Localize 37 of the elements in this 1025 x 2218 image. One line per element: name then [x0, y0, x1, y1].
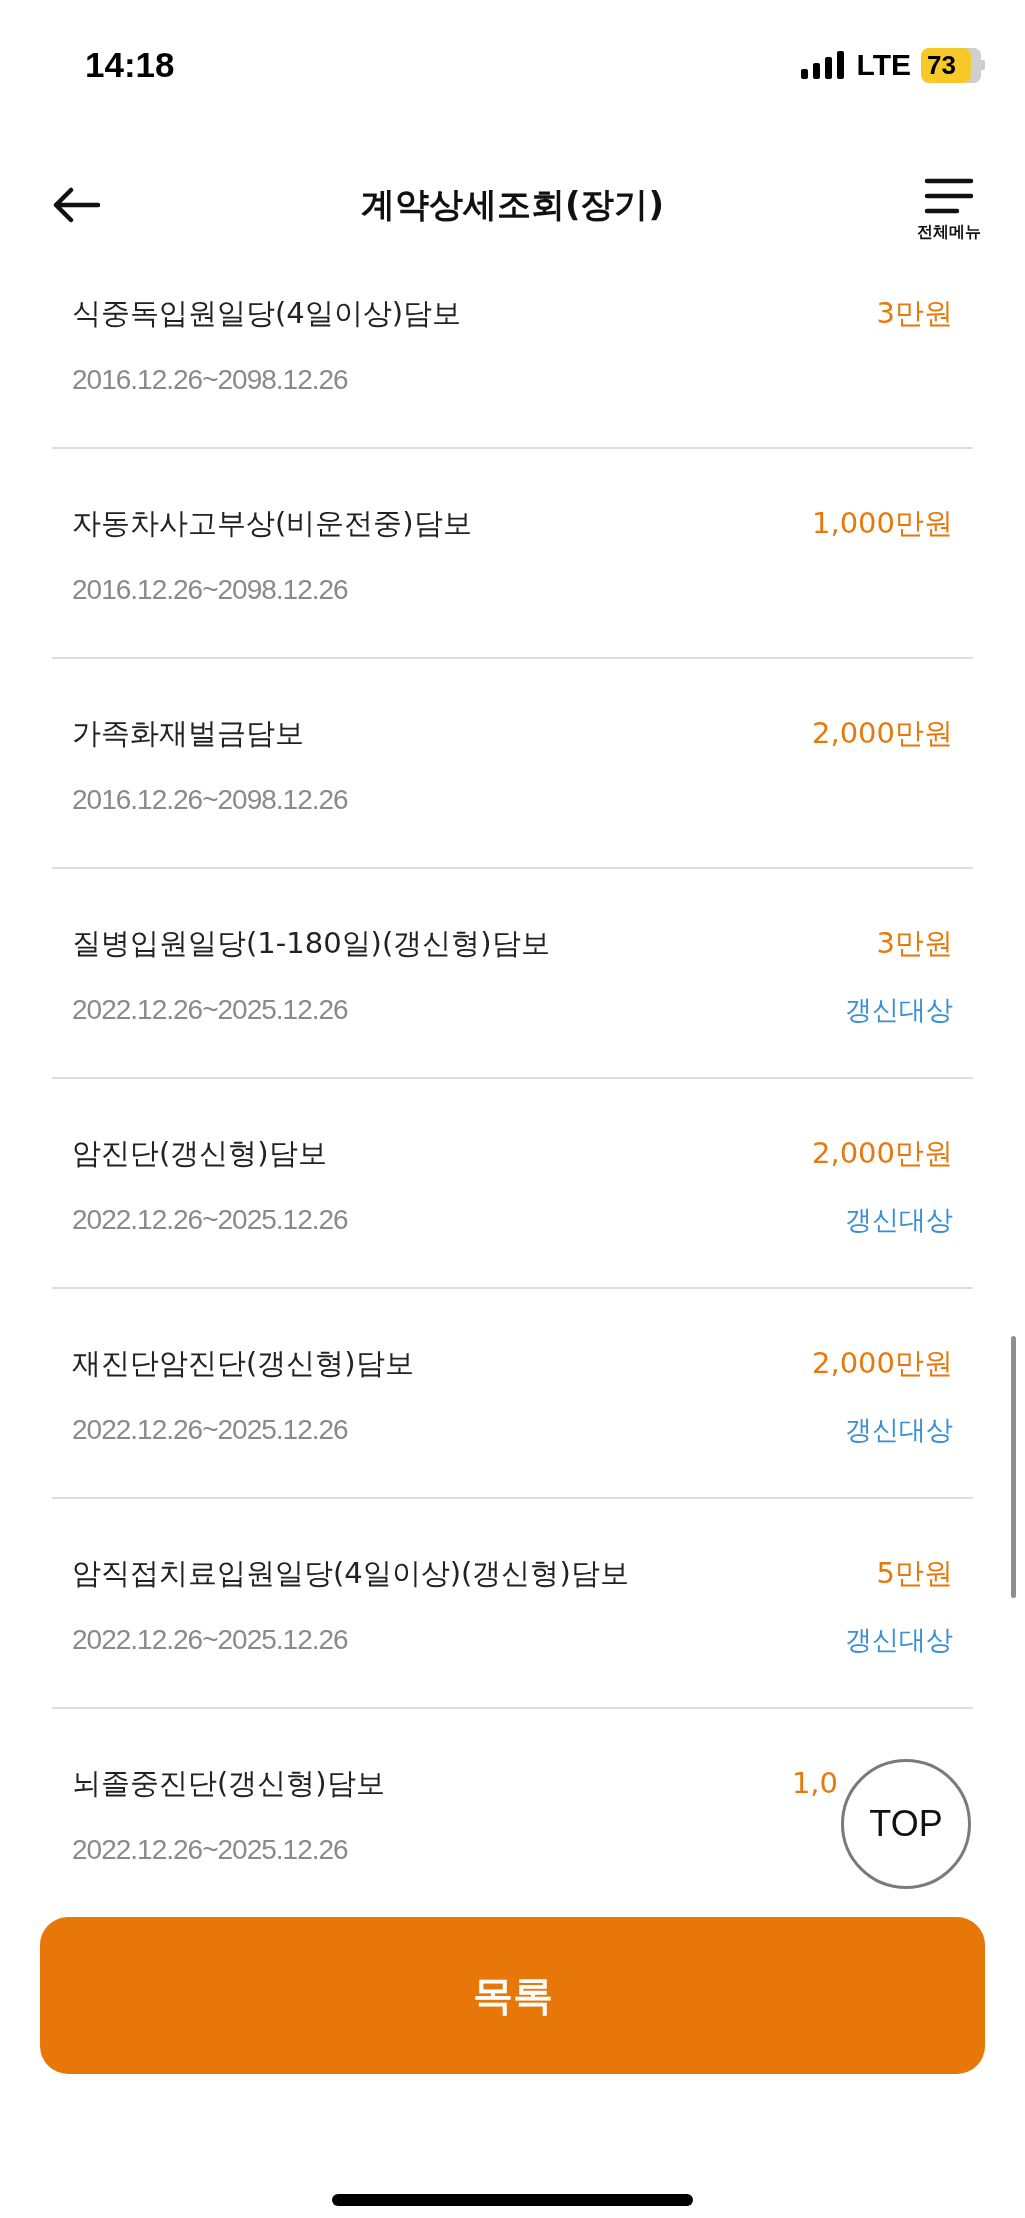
coverage-name: 식중독입원일당(4일이상)담보: [72, 295, 463, 332]
renewal-status: 갱신대상: [845, 993, 953, 1027]
coverage-period: 2022.12.26~2025.12.26: [72, 993, 349, 1027]
coverage-period: 2022.12.26~2025.12.26: [72, 1203, 349, 1237]
coverage-name: 암직접치료입원일당(4일이상)(갱신형)담보: [72, 1555, 630, 1592]
coverage-name: 질병입원일당(1-180일)(갱신형)담보: [72, 925, 551, 962]
signal-icon: [800, 51, 847, 79]
coverage-amount: 2,000만원: [811, 1345, 953, 1382]
coverage-amount: 5만원: [875, 1555, 953, 1592]
page-title: 계약상세조회(장기): [359, 183, 666, 226]
status-time: 14:18: [85, 45, 176, 85]
coverage-name: 암진단(갱신형)담보: [72, 1135, 328, 1172]
coverage-amount: 1,0: [791, 1765, 838, 1802]
coverage-amount: 2,000만원: [811, 715, 953, 752]
coverage-period: 2022.12.26~2025.12.26: [72, 1833, 349, 1867]
renewal-status: 갱신대상: [844, 1413, 953, 1447]
network-label: LTE: [856, 48, 911, 82]
coverage-period: 2016.12.26~2098.12.26: [72, 363, 349, 397]
coverage-amount: 1,000만원: [811, 505, 953, 542]
back-arrow-icon: [52, 187, 100, 223]
renewal-status: 갱신대상: [845, 1623, 953, 1657]
coverage-period: 2022.12.26~2025.12.26: [72, 1623, 349, 1657]
coverage-name: 가족화재벌금담보: [72, 715, 305, 752]
menu-button[interactable]: 전체메뉴: [917, 177, 981, 243]
renewal-status: 갱신대상: [844, 1203, 953, 1237]
menu-icon: [924, 177, 974, 214]
coverage-name: 뇌졸중진단(갱신형)담보: [72, 1765, 386, 1802]
coverage-amount: 3만원: [875, 925, 953, 962]
coverage-name: 재진단암진단(갱신형)담보: [72, 1345, 415, 1382]
back-button[interactable]: [52, 187, 100, 223]
coverage-period: 2016.12.26~2098.12.26: [72, 573, 349, 607]
coverage-name: 자동차사고부상(비운전중)담보: [72, 505, 473, 542]
coverage-period: 2016.12.26~2098.12.26: [72, 783, 349, 817]
coverage-amount: 3만원: [876, 295, 953, 332]
coverage-period: 2022.12.26~2025.12.26: [72, 1413, 349, 1447]
scroll-top-button[interactable]: TOP: [841, 1759, 971, 1889]
coverage-amount: 2,000만원: [811, 1135, 953, 1172]
